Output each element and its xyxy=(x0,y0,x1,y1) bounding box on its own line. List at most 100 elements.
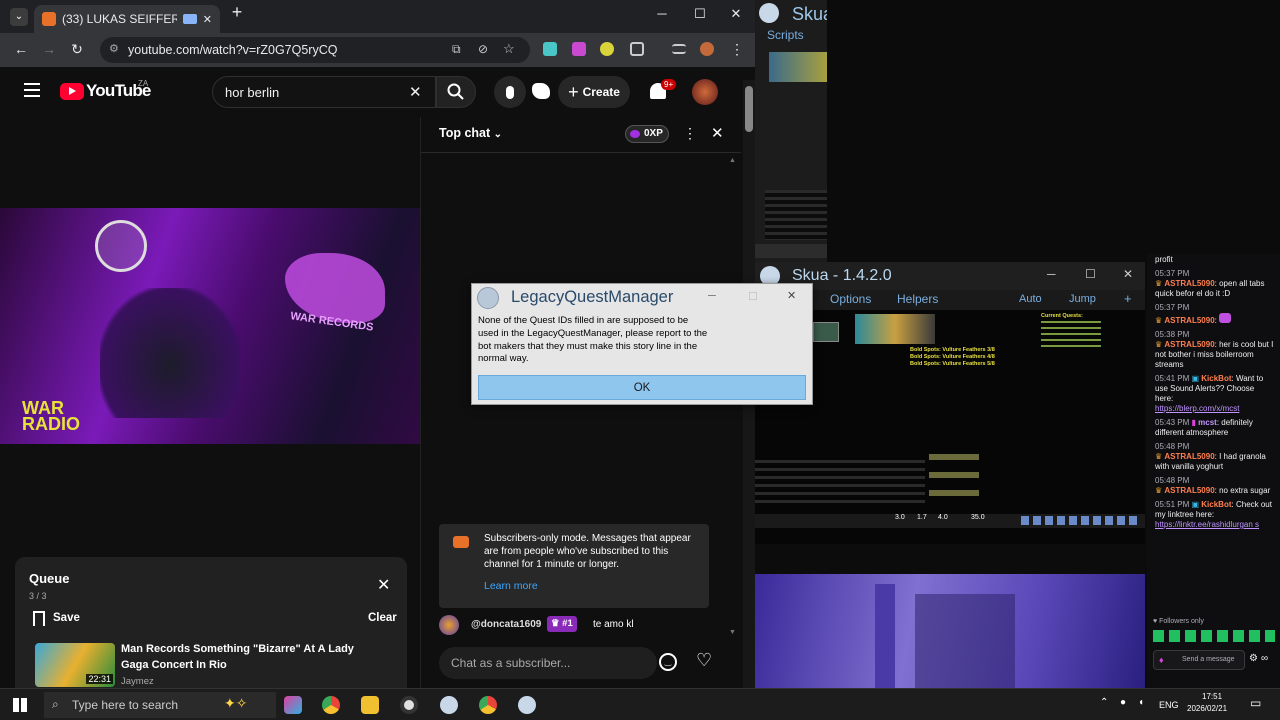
search-button[interactable] xyxy=(436,76,476,108)
volume-icon[interactable]: ◖ xyxy=(1138,697,1144,708)
create-button[interactable]: + Create xyxy=(558,76,630,108)
media-icon[interactable] xyxy=(672,44,686,54)
site-info-icon[interactable]: ⚙ xyxy=(109,42,119,55)
chat-author-avatar[interactable] xyxy=(439,615,459,635)
minimize-button[interactable]: ─ xyxy=(650,6,674,21)
heart-icon[interactable]: ♡ xyxy=(696,650,712,671)
learn-more-link[interactable]: Learn more xyxy=(484,580,538,592)
emoji-icon[interactable]: ‿ xyxy=(659,653,677,671)
chat-username[interactable]: ASTRAL5090 xyxy=(1164,452,1214,461)
install-icon[interactable]: ⧉ xyxy=(452,42,461,57)
new-tab-button[interactable]: + xyxy=(225,2,249,23)
queue-item-title[interactable]: Man Records Something "Bizarre" At A Lad… xyxy=(121,641,371,673)
menu-icons-bar[interactable] xyxy=(1021,516,1141,525)
copilot-icon[interactable] xyxy=(284,696,302,714)
back-icon[interactable]: ← xyxy=(12,41,30,57)
bits-icon[interactable]: ♦ xyxy=(1159,655,1164,665)
dialog-maximize-button[interactable]: ☐ xyxy=(748,290,758,303)
skill-cooldown[interactable]: 35.0 xyxy=(971,514,985,521)
browser-menu-icon[interactable]: ⋮ xyxy=(728,41,746,58)
extension-icon[interactable] xyxy=(572,42,586,56)
clear-search-icon[interactable]: ✕ xyxy=(409,83,422,101)
windows-start-icon[interactable] xyxy=(13,698,27,712)
queue-item-thumbnail[interactable]: 22:31 xyxy=(35,643,115,687)
clock-date[interactable]: 2026/02/21 xyxy=(1187,704,1227,713)
video-player[interactable]: WAR RECORDS WAR RADIO xyxy=(0,208,420,444)
profile-avatar[interactable] xyxy=(700,42,714,56)
maximize-button[interactable]: ☐ xyxy=(688,6,712,22)
browser-tab[interactable]: (33) LUKAS SEIFFERT ~ We ✕ xyxy=(34,5,220,33)
dialog-ok-button[interactable]: OK xyxy=(478,375,806,400)
skill-cooldown[interactable]: 1.7 xyxy=(917,514,927,521)
skua-scripts-menu[interactable]: Scripts xyxy=(767,28,804,42)
chat-mode-dropdown[interactable]: Top chat ⌄ xyxy=(439,126,502,140)
show-hidden-icons[interactable]: ⌃ xyxy=(1100,697,1108,708)
chat-users-icon[interactable]: ∞ xyxy=(1261,654,1268,664)
tab-close-icon[interactable]: ✕ xyxy=(203,13,212,26)
xp-badge-button[interactable]: 0XP xyxy=(625,125,669,143)
queue-clear-button[interactable]: Clear xyxy=(368,612,397,624)
game-view[interactable]: Bold Spots: Vulture Feathers 3/8 Bold Sp… xyxy=(755,310,1145,544)
chat-author-name[interactable]: @doncata1609 xyxy=(471,619,541,630)
url-input[interactable]: ⚙ youtube.com/watch?v=rZ0G7Q5ryCQ ⧉ ⊘ ☆ xyxy=(100,37,530,63)
skill-cooldown[interactable]: 3.0 xyxy=(895,514,905,521)
skua-maximize-button[interactable]: ☐ xyxy=(1085,267,1096,281)
voice-search-button[interactable] xyxy=(494,76,526,108)
skua-active-icon[interactable] xyxy=(518,696,536,714)
dialog-close-button[interactable]: ✕ xyxy=(787,289,796,302)
scrollbar-thumb[interactable] xyxy=(745,86,753,132)
forward-icon[interactable]: → xyxy=(40,41,58,57)
chat-input[interactable]: Chat as a subscriber... xyxy=(439,647,657,679)
close-window-button[interactable]: ✕ xyxy=(724,6,748,22)
tab-search-icon[interactable]: ⌄ xyxy=(10,8,28,26)
chat-close-icon[interactable]: ✕ xyxy=(711,124,724,142)
chat-username[interactable]: KickBot xyxy=(1201,500,1231,509)
extension-icon[interactable] xyxy=(543,42,557,56)
skua-add-button[interactable]: + xyxy=(1124,291,1132,306)
save-playlist-icon[interactable] xyxy=(33,611,45,626)
skua-taskbar-icon[interactable] xyxy=(440,696,458,714)
chat-username[interactable]: ASTRAL5090 xyxy=(1164,340,1214,349)
extension-icon[interactable] xyxy=(600,42,614,56)
chat-scroll-down-icon[interactable]: ▼ xyxy=(729,629,736,636)
clock-time[interactable]: 17:51 xyxy=(1202,692,1222,701)
hide-icon[interactable]: ⊘ xyxy=(478,42,488,56)
chrome-taskbar-icon[interactable] xyxy=(322,696,340,714)
hamburger-menu-icon[interactable] xyxy=(24,83,40,97)
bookmark-star-icon[interactable]: ☆ xyxy=(503,41,515,57)
skua-options-menu[interactable]: Options xyxy=(830,292,871,306)
account-avatar[interactable] xyxy=(692,79,718,105)
skill-cooldown[interactable]: 4.0 xyxy=(938,514,948,521)
skua-auto-button[interactable]: Auto xyxy=(1019,293,1042,305)
reload-icon[interactable]: ↻ xyxy=(68,41,86,58)
queue-item-channel[interactable]: Jaymez xyxy=(121,676,154,687)
chat-scroll-up-icon[interactable]: ▲ xyxy=(729,157,736,164)
chat-more-icon[interactable]: ⋮ xyxy=(683,125,697,142)
emote-picker-row[interactable] xyxy=(1153,630,1275,642)
chat-settings-icon[interactable]: ⚙ xyxy=(1249,654,1258,664)
chat-username[interactable]: KickBot xyxy=(1201,374,1231,383)
chat-link[interactable]: https://linktr.ee/rashidlurgan s xyxy=(1155,520,1259,529)
gaming-icon[interactable] xyxy=(532,83,550,99)
skua-minimize-button[interactable]: ─ xyxy=(1047,267,1056,281)
twitch-chat-input[interactable]: ♦ Send a message xyxy=(1153,650,1245,670)
taskbar-search-input[interactable]: ⌕ Type here to search ✦✧ xyxy=(44,692,276,718)
skua-helpers-menu[interactable]: Helpers xyxy=(897,292,938,306)
skua-close-button[interactable]: ✕ xyxy=(1123,267,1133,281)
language-indicator[interactable]: ENG xyxy=(1159,700,1179,710)
queue-save-button[interactable]: Save xyxy=(53,612,80,624)
chat-username[interactable]: ASTRAL5090 xyxy=(1164,279,1214,288)
chat-username[interactable]: ASTRAL5090 xyxy=(1164,316,1214,325)
chrome-active-icon[interactable] xyxy=(479,696,497,714)
microphone-tray-icon[interactable]: ● xyxy=(1120,697,1126,708)
file-explorer-icon[interactable] xyxy=(361,696,379,714)
skua-jump-button[interactable]: Jump xyxy=(1069,293,1096,305)
chat-link[interactable]: https://blerp.com/x/mcst xyxy=(1155,404,1239,413)
dialog-minimize-button[interactable]: ─ xyxy=(708,290,716,302)
extensions-puzzle-icon[interactable] xyxy=(630,42,644,56)
search-input[interactable]: hor berlin ✕ xyxy=(212,76,436,108)
notifications-icon[interactable]: ▭ xyxy=(1250,696,1261,710)
obs-icon[interactable] xyxy=(400,696,418,714)
chat-username[interactable]: mcst xyxy=(1198,418,1217,427)
chat-username[interactable]: ASTRAL5090 xyxy=(1164,486,1214,495)
